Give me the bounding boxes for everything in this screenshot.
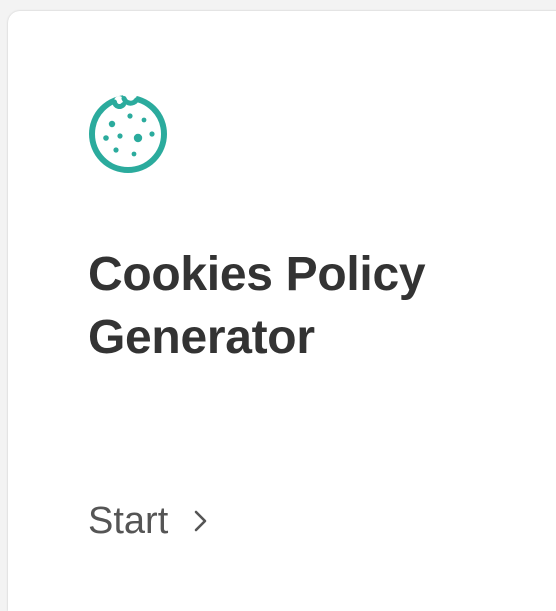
chevron-right-icon (190, 506, 212, 536)
card-title-line-2: Generator (88, 311, 315, 364)
card-title: Cookies Policy Generator (88, 243, 548, 369)
start-label: Start (88, 500, 169, 542)
cookie-icon (86, 90, 170, 174)
card-title-line-1: Cookies Policy (88, 248, 426, 301)
cookies-policy-card[interactable]: Cookies Policy Generator Start (8, 11, 556, 611)
start-link[interactable]: Start (88, 499, 212, 543)
